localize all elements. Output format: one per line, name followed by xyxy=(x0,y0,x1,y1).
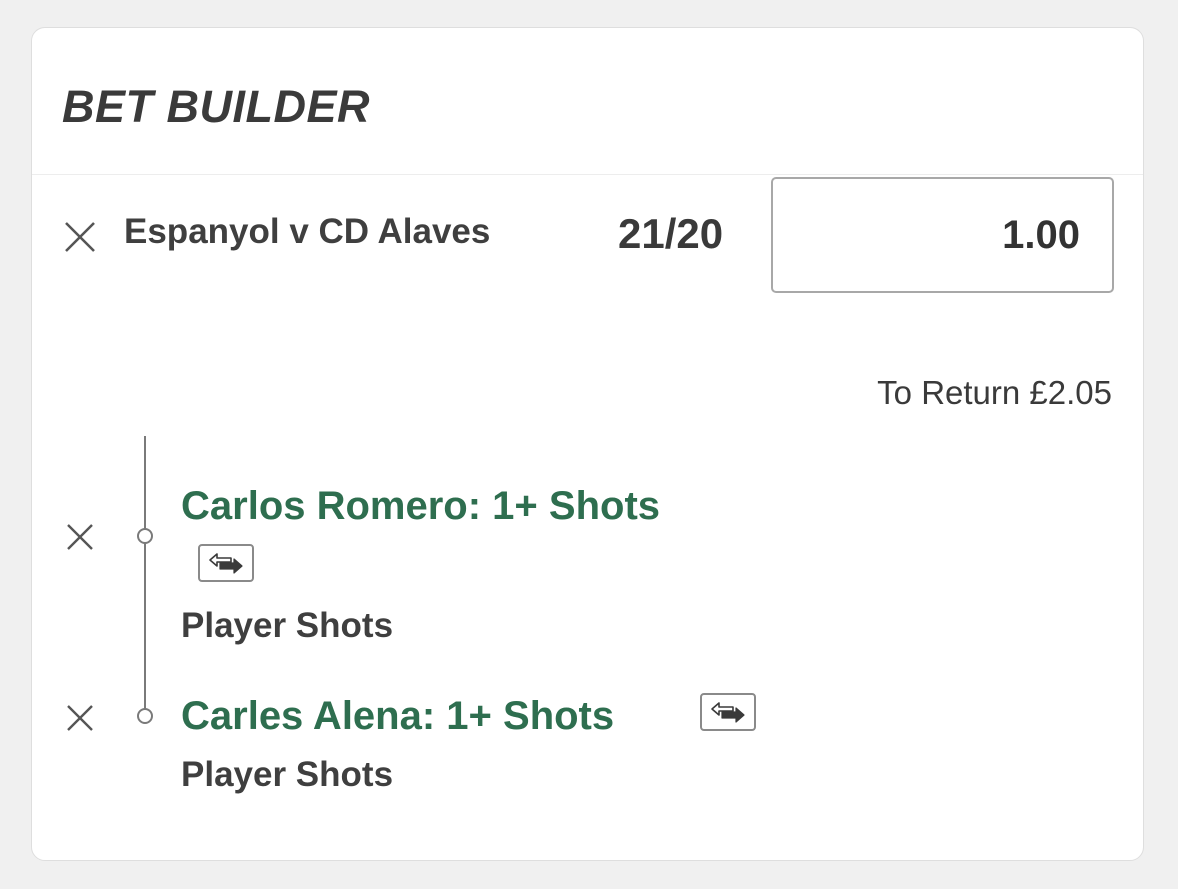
remove-bet-close-icon[interactable] xyxy=(64,221,96,253)
swap-icon[interactable] xyxy=(700,693,756,731)
swap-icon[interactable] xyxy=(198,544,254,582)
timeline-dot xyxy=(137,528,153,544)
remove-selection-close-icon[interactable] xyxy=(66,523,94,551)
to-return-amount: To Return £2.05 xyxy=(877,374,1112,411)
market-name: Player Shots xyxy=(181,606,394,645)
selection-timeline xyxy=(144,436,146,716)
remove-selection-close-icon[interactable] xyxy=(66,704,94,732)
bet-builder-title: BET BUILDER xyxy=(62,81,370,132)
header-divider xyxy=(32,174,1143,175)
market-name: Player Shots xyxy=(181,755,394,794)
timeline-dot xyxy=(137,708,153,724)
selection-name: Carlos Romero: 1+ Shots xyxy=(181,484,661,528)
stake-input[interactable]: 1.00 xyxy=(771,177,1114,293)
selection-name: Carles Alena: 1+ Shots xyxy=(181,694,615,738)
bet-odds: 21/20 xyxy=(618,210,724,257)
match-name: Espanyol v CD Alaves xyxy=(124,212,491,251)
bet-builder-card: BET BUILDER Espanyol v CD Alaves 21/20 1… xyxy=(31,27,1144,861)
